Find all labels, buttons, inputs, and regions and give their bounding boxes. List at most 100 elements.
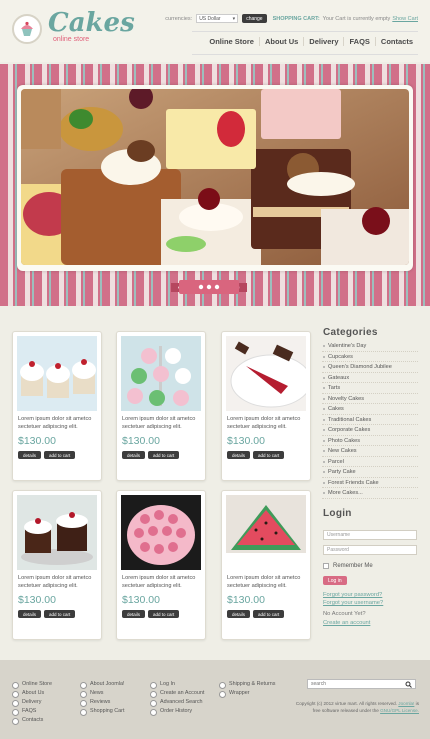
product-image[interactable] [121, 495, 201, 570]
category-item[interactable]: Queen's Diamond Jubilee [322, 362, 418, 373]
category-item[interactable]: Corporate Cakes [322, 425, 418, 436]
footer-link[interactable]: Advanced Search [150, 698, 204, 707]
add-to-cart-button[interactable]: add to cart [148, 610, 180, 618]
details-button[interactable]: details [122, 451, 146, 459]
remember-me-label: Remember Me [333, 563, 373, 569]
username-field[interactable]: Username [323, 530, 417, 540]
footer-link[interactable]: Wrapper [219, 689, 275, 698]
details-button[interactable]: details [18, 451, 42, 459]
footer-link[interactable]: Shopping Cart [80, 707, 124, 716]
currency-select[interactable]: US Dollar ▾ [196, 14, 239, 23]
product-card: Lorem ipsum dolor sit ametco sectetuer a… [12, 490, 102, 640]
slider-frame [17, 85, 413, 271]
remember-me[interactable]: Remember Me [323, 563, 373, 569]
joomla-link[interactable]: Joomla! [398, 701, 414, 706]
add-to-cart-button[interactable]: add to cart [253, 451, 285, 459]
footer-link[interactable]: Shipping & Returns [219, 680, 275, 689]
nav-about-us[interactable]: About Us [258, 37, 303, 46]
category-item[interactable]: Valentine's Day [322, 341, 418, 352]
add-to-cart-button[interactable]: add to cart [148, 451, 180, 459]
footer-link[interactable]: News [80, 689, 124, 698]
product-card: Lorem ipsum dolor sit ametco sectetuer a… [12, 331, 102, 481]
nav-online-store[interactable]: Online Store [204, 37, 259, 46]
footer-link[interactable]: About Joomla! [80, 680, 124, 689]
category-item[interactable]: Tarts [322, 383, 418, 394]
category-item[interactable]: Photo Cakes [322, 436, 418, 446]
product-card: Lorem ipsum dolor sit ametco sectetuer a… [221, 490, 311, 640]
category-item[interactable]: New Cakes [322, 446, 418, 457]
category-item[interactable]: Party Cake [322, 467, 418, 478]
password-field[interactable]: Password [323, 545, 417, 555]
login-button[interactable]: Log in [323, 576, 347, 585]
show-cart-link[interactable]: Show Cart [392, 16, 418, 22]
forgot-username-link[interactable]: Forgot your username? [323, 600, 383, 606]
create-account-link[interactable]: Create an account [323, 620, 370, 626]
category-item[interactable]: Parcel [322, 457, 418, 467]
footer-link[interactable]: Online Store [12, 680, 52, 689]
details-button[interactable]: details [227, 451, 251, 459]
slider-image[interactable] [21, 89, 409, 265]
details-button[interactable]: details [18, 610, 42, 618]
change-currency-button[interactable]: change [242, 14, 267, 23]
no-account-text: No Account Yet? [323, 611, 366, 617]
category-item[interactable]: Novelty Cakes [322, 394, 418, 404]
logo[interactable]: Cakes online store [12, 8, 135, 44]
category-item[interactable]: Cakes [322, 404, 418, 415]
details-button[interactable]: details [122, 610, 146, 618]
category-item[interactable]: More Cakes... [322, 488, 418, 499]
topbar: currencies: US Dollar ▾ change SHOPPING … [165, 14, 418, 23]
product-image[interactable] [226, 336, 306, 411]
footer-link[interactable]: Contacts [12, 716, 52, 725]
footer-link[interactable]: FAQS [12, 707, 52, 716]
product-description: Lorem ipsum dolor sit ametco sectetuer a… [227, 416, 301, 430]
cart-label: SHOPPING CART: [272, 15, 320, 22]
product-image[interactable] [17, 336, 97, 411]
product-image[interactable] [226, 495, 306, 570]
nav-delivery[interactable]: Delivery [303, 37, 343, 46]
footer-link[interactable]: Delivery [12, 698, 52, 707]
login-title: Login [323, 508, 352, 519]
add-to-cart-button[interactable]: add to cart [44, 610, 76, 618]
product-description: Lorem ipsum dolor sit ametco sectetuer a… [18, 416, 92, 430]
footer-link[interactable]: Reviews [80, 698, 124, 707]
divider [192, 54, 418, 55]
search-placeholder: search [311, 681, 327, 687]
footer-column: Online Store About Us Delivery FAQS Cont… [12, 680, 52, 725]
remember-me-checkbox[interactable] [323, 563, 329, 569]
footer-link[interactable]: Log In [150, 680, 204, 689]
footer-link[interactable]: Create an Account [150, 689, 204, 698]
nav-faqs[interactable]: FAQS [343, 37, 374, 46]
product-price: $130.00 [227, 594, 265, 606]
product-price: $130.00 [18, 435, 56, 447]
category-item[interactable]: Gateaux [322, 373, 418, 383]
currency-label: currencies: [165, 15, 193, 22]
category-item[interactable]: Forest Friends Cake [322, 478, 418, 488]
currency-value: US Dollar [199, 15, 221, 22]
gnu-license-link[interactable]: GNU/GPL License. [380, 708, 419, 713]
copyright-text: Copyright (c) 2012 virtue mart. All righ… [295, 701, 398, 706]
copyright: Copyright (c) 2012 virtue mart. All righ… [287, 700, 419, 714]
add-to-cart-button[interactable]: add to cart [44, 451, 76, 459]
header: Cakes online store currencies: US Dollar… [0, 0, 430, 62]
product-image[interactable] [17, 495, 97, 570]
product-card: Lorem ipsum dolor sit ametco sectetuer a… [221, 331, 311, 481]
search-icon[interactable] [405, 681, 412, 690]
product-image[interactable] [121, 336, 201, 411]
category-item[interactable]: Cupcakes [322, 352, 418, 362]
cart-status: Your Cart is currently empty [322, 15, 391, 22]
add-to-cart-button[interactable]: add to cart [253, 610, 285, 618]
footer-link[interactable]: Order History [150, 707, 204, 716]
category-item[interactable]: Traditional Cakes [322, 415, 418, 425]
product-description: Lorem ipsum dolor sit ametco sectetuer a… [227, 575, 301, 589]
product-price: $130.00 [227, 435, 265, 447]
footer-column: About Joomla! News Reviews Shopping Cart [80, 680, 124, 716]
footer-search-input[interactable]: search [307, 679, 416, 689]
details-button[interactable]: details [227, 610, 251, 618]
product-description: Lorem ipsum dolor sit ametco sectetuer a… [122, 416, 196, 430]
forgot-password-link[interactable]: Forgot your password? [323, 592, 382, 598]
nav-contacts[interactable]: Contacts [374, 37, 418, 46]
chevron-down-icon: ▾ [232, 15, 236, 22]
footer-link[interactable]: About Us [12, 689, 52, 698]
brand-title: Cakes [48, 8, 135, 38]
slider-pagination[interactable] [171, 279, 247, 296]
